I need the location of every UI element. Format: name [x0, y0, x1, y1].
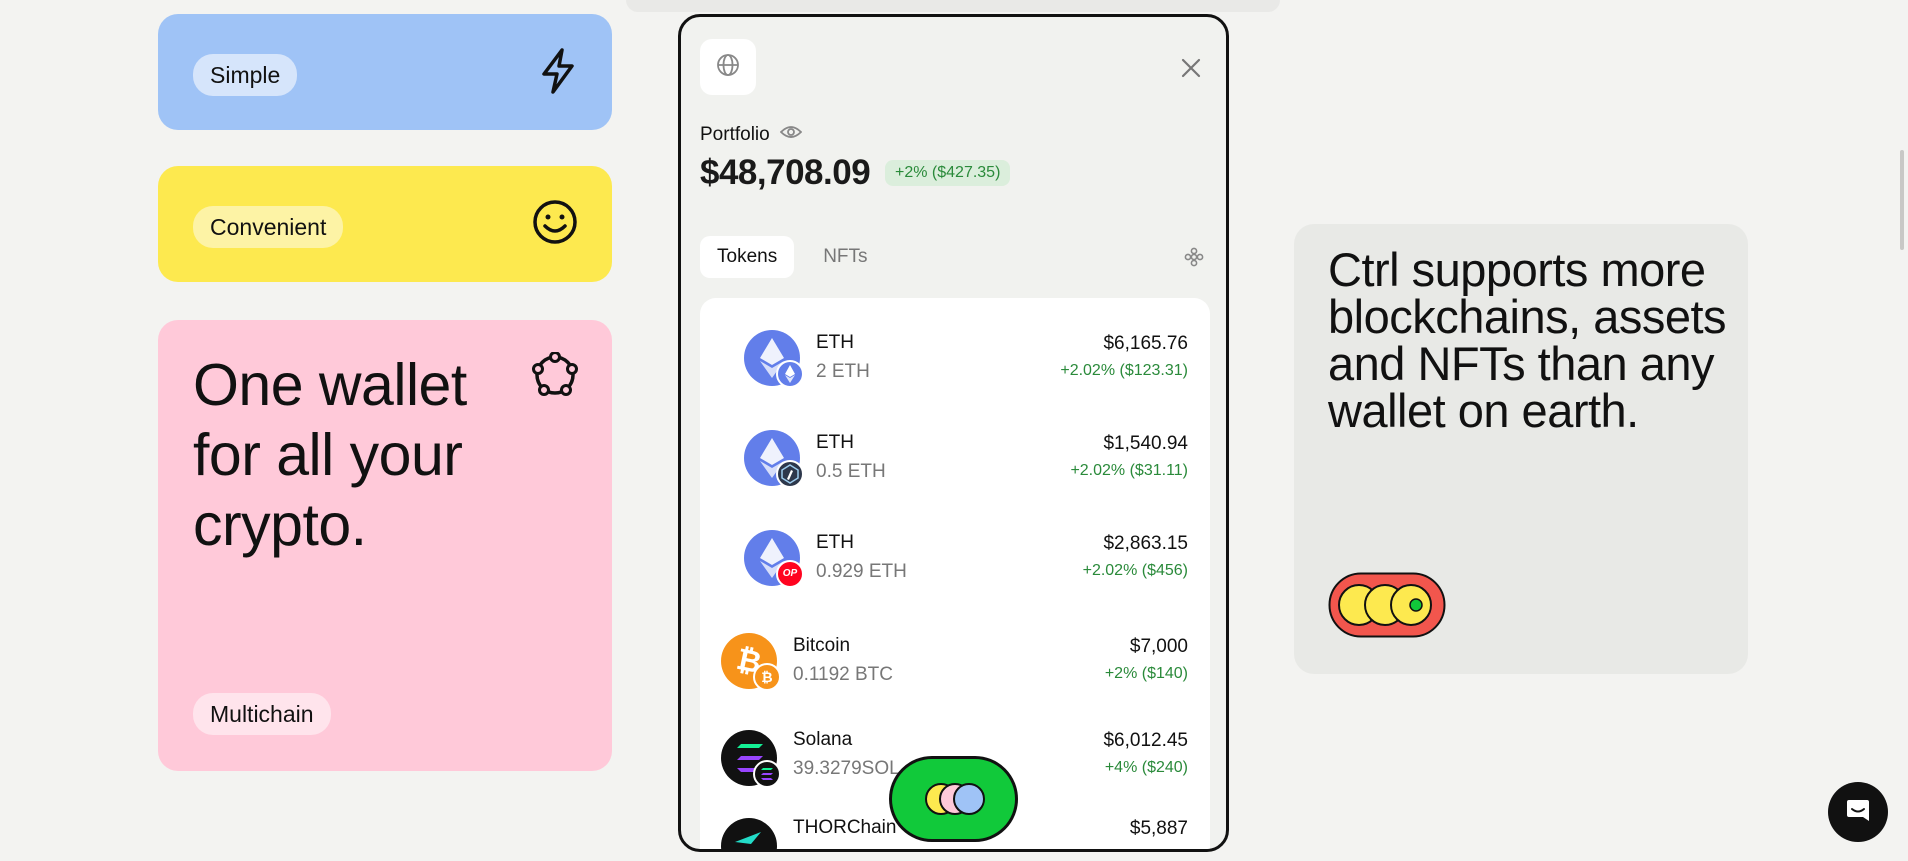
svg-text:₿: ₿ — [761, 670, 772, 686]
token-amount: 0.1192 BTC — [793, 664, 893, 685]
thorchain-logo-icon — [721, 818, 777, 849]
multichain-headline: One wallet for all your crypto. — [193, 352, 467, 558]
token-value: $6,012.45 — [1103, 730, 1188, 751]
token-amount: 0.929 ETH — [816, 561, 907, 582]
token-change: +2.02% ($31.11) — [1070, 462, 1188, 479]
supports-card: Ctrl supports more blockchains, assets a… — [1294, 224, 1748, 674]
token-amount: 0.5 ETH — [816, 461, 886, 482]
wallet-mockup: Portfolio $48,708.09 +2% ($427.35) Token… — [678, 14, 1229, 852]
token-value: $7,000 — [1129, 636, 1188, 657]
token-change: +4% ($240) — [1104, 759, 1188, 776]
token-name: THORChain — [793, 817, 897, 838]
network-button[interactable] — [700, 39, 756, 95]
token-row[interactable]: ETH 2 ETH $6,165.76 +2.02% ($123.31) — [700, 320, 1210, 400]
lightning-icon — [540, 48, 576, 99]
network-ring-icon — [532, 351, 578, 403]
token-name: ETH — [816, 332, 854, 353]
optimism-network-icon: OP — [776, 560, 804, 588]
token-value: $6,165.76 — [1103, 333, 1188, 354]
token-value: $2,863.15 — [1103, 533, 1188, 554]
token-row[interactable]: OP ETH 0.929 ETH $2,863.15 +2.02% ($456) — [700, 520, 1210, 600]
solana-network-icon — [753, 760, 781, 788]
globe-icon — [716, 53, 740, 82]
smiley-icon — [532, 199, 578, 250]
token-name: Bitcoin — [793, 635, 851, 656]
top-strip — [626, 0, 1280, 12]
chain-links-icon — [1328, 572, 1446, 643]
chat-support-button[interactable] — [1828, 782, 1888, 842]
feature-label-simple: Simple — [193, 54, 298, 96]
balance-change-badge: +2% ($427.35) — [885, 160, 1011, 186]
portfolio-balance: $48,708.09 — [700, 153, 871, 192]
token-value: $5,887 — [1129, 818, 1188, 839]
feature-card-multichain: One wallet for all your crypto. Multicha… — [158, 320, 612, 771]
blue-circle-icon — [953, 783, 985, 815]
feature-card-convenient: Convenient — [158, 166, 612, 282]
ctrl-fab-button[interactable] — [889, 756, 1018, 842]
portfolio-label: Portfolio — [700, 124, 770, 145]
token-row[interactable]: ETH 0.5 ETH $1,540.94 +2.02% ($31.11) — [700, 420, 1210, 500]
feature-label-multichain: Multichain — [193, 693, 331, 735]
arbitrum-network-icon — [776, 460, 804, 488]
feature-card-simple: Simple — [158, 14, 612, 130]
token-change: +2.02% ($123.31) — [1060, 362, 1188, 379]
token-value: $1,540.94 — [1103, 433, 1188, 454]
portfolio-header: Portfolio — [700, 124, 802, 146]
eth-network-icon — [776, 360, 804, 388]
eye-icon[interactable] — [779, 124, 802, 146]
token-row[interactable]: ₿ ₿ Bitcoin 0.1192 BTC $7,000 +2% ($140) — [700, 623, 1210, 703]
token-amount: 2 ETH — [816, 361, 870, 382]
token-amount: 39.3279SOL — [793, 758, 900, 779]
token-name: ETH — [816, 432, 854, 453]
tab-nfts[interactable]: NFTs — [806, 236, 884, 278]
token-change: +2% ($140) — [1104, 665, 1188, 682]
token-name: Solana — [793, 729, 853, 750]
page-scrollbar[interactable] — [1900, 150, 1904, 250]
supports-headline: Ctrl supports more blockchains, assets a… — [1328, 243, 1727, 437]
bitcoin-network-icon: ₿ — [753, 663, 781, 691]
tab-tokens[interactable]: Tokens — [700, 236, 795, 278]
token-change: +2.02% ($456) — [1082, 562, 1188, 579]
chat-icon — [1844, 796, 1872, 829]
close-icon[interactable] — [1178, 55, 1204, 81]
feature-label-convenient: Convenient — [193, 206, 344, 248]
token-name: ETH — [816, 532, 854, 553]
filter-settings-icon[interactable] — [1184, 247, 1204, 272]
wallet-tabs: Tokens NFTs — [700, 236, 885, 278]
